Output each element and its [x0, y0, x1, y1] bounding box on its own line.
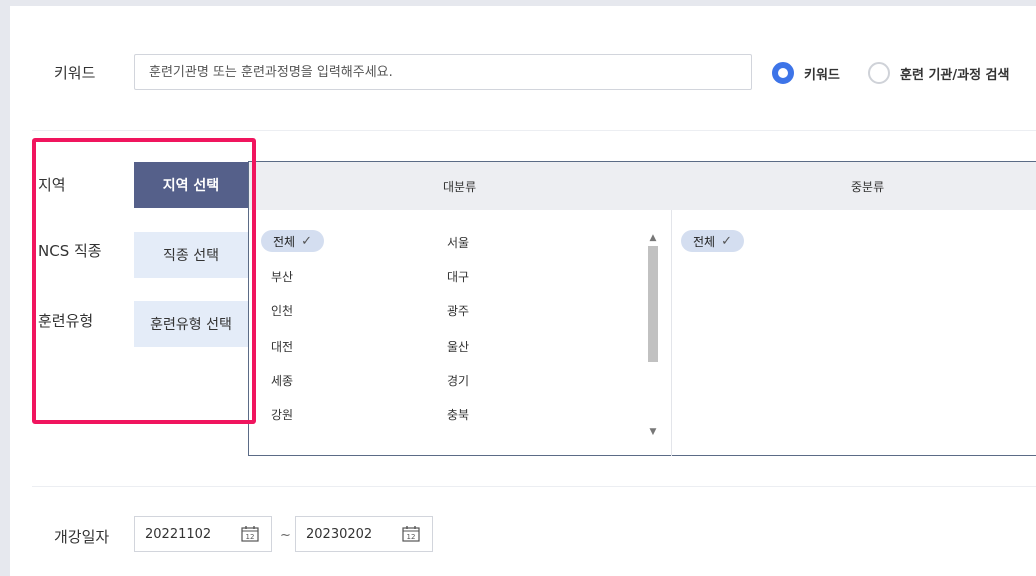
- start-date-value: 20221102: [145, 526, 212, 542]
- middle-chip-all-selected[interactable]: 전체 ✓: [681, 230, 744, 252]
- region-item-ulsan[interactable]: 울산: [447, 338, 469, 355]
- column-divider: [671, 210, 672, 456]
- region-item-daegu[interactable]: 대구: [447, 268, 469, 285]
- check-icon: ✓: [301, 233, 312, 249]
- keyword-search-input[interactable]: [134, 54, 752, 90]
- radio-institution-course-search[interactable]: 훈련 기관/과정 검색: [868, 62, 1009, 84]
- column-title-major: 대분류: [443, 180, 477, 194]
- start-date-field[interactable]: 20221102 12: [134, 516, 272, 552]
- svg-text:12: 12: [246, 533, 255, 541]
- check-icon: ✓: [721, 233, 732, 249]
- column-title-middle: 중분류: [851, 180, 885, 194]
- region-selection-panel: 대분류 중분류 전체 ✓ 서울 부산 대구 인천 광주 대전 울산 세종 경기 …: [248, 161, 1036, 456]
- chip-label: 전체: [693, 234, 716, 249]
- radio-institution-course-label: 훈련 기관/과정 검색: [900, 67, 1010, 83]
- radio-unselected-indicator: [868, 62, 890, 84]
- radio-keyword-label: 키워드: [804, 67, 840, 83]
- end-date-value: 20230202: [306, 526, 373, 542]
- region-chip-all-selected[interactable]: 전체 ✓: [261, 230, 324, 252]
- region-item-seoul[interactable]: 서울: [447, 234, 469, 251]
- date-range-separator: ~: [280, 528, 291, 543]
- left-border: [0, 0, 10, 576]
- calendar-icon[interactable]: 12: [241, 526, 259, 542]
- section-divider: [32, 130, 1036, 131]
- radio-keyword[interactable]: 키워드: [772, 62, 840, 84]
- region-item-busan[interactable]: 부산: [271, 268, 293, 285]
- region-item-gyeonggi[interactable]: 경기: [447, 372, 469, 389]
- panel-header: 대분류 중분류: [249, 162, 1036, 210]
- svg-text:12: 12: [407, 533, 416, 541]
- scrollbar-thumb[interactable]: [648, 246, 658, 362]
- chip-label: 전체: [273, 234, 296, 249]
- region-item-gangwon[interactable]: 강원: [271, 406, 293, 423]
- region-item-incheon[interactable]: 인천: [271, 302, 293, 319]
- region-item-gwangju[interactable]: 광주: [447, 302, 469, 319]
- region-item-daejeon[interactable]: 대전: [271, 338, 293, 355]
- section-divider: [32, 486, 1036, 487]
- calendar-icon[interactable]: 12: [402, 526, 420, 542]
- scroll-up-arrow-icon[interactable]: ▲: [647, 232, 659, 244]
- scroll-down-arrow-icon[interactable]: ▼: [647, 426, 659, 438]
- major-list-scrollbar[interactable]: ▲ ▼: [647, 232, 659, 438]
- end-date-field[interactable]: 20230202 12: [295, 516, 433, 552]
- region-item-chungbuk[interactable]: 충북: [447, 406, 469, 423]
- keyword-label: 키워드: [54, 64, 96, 82]
- top-border: [0, 0, 1036, 6]
- region-item-sejong[interactable]: 세종: [271, 372, 293, 389]
- start-date-label: 개강일자: [54, 528, 110, 546]
- filter-highlight-box: [32, 138, 256, 424]
- radio-selected-indicator: [772, 62, 794, 84]
